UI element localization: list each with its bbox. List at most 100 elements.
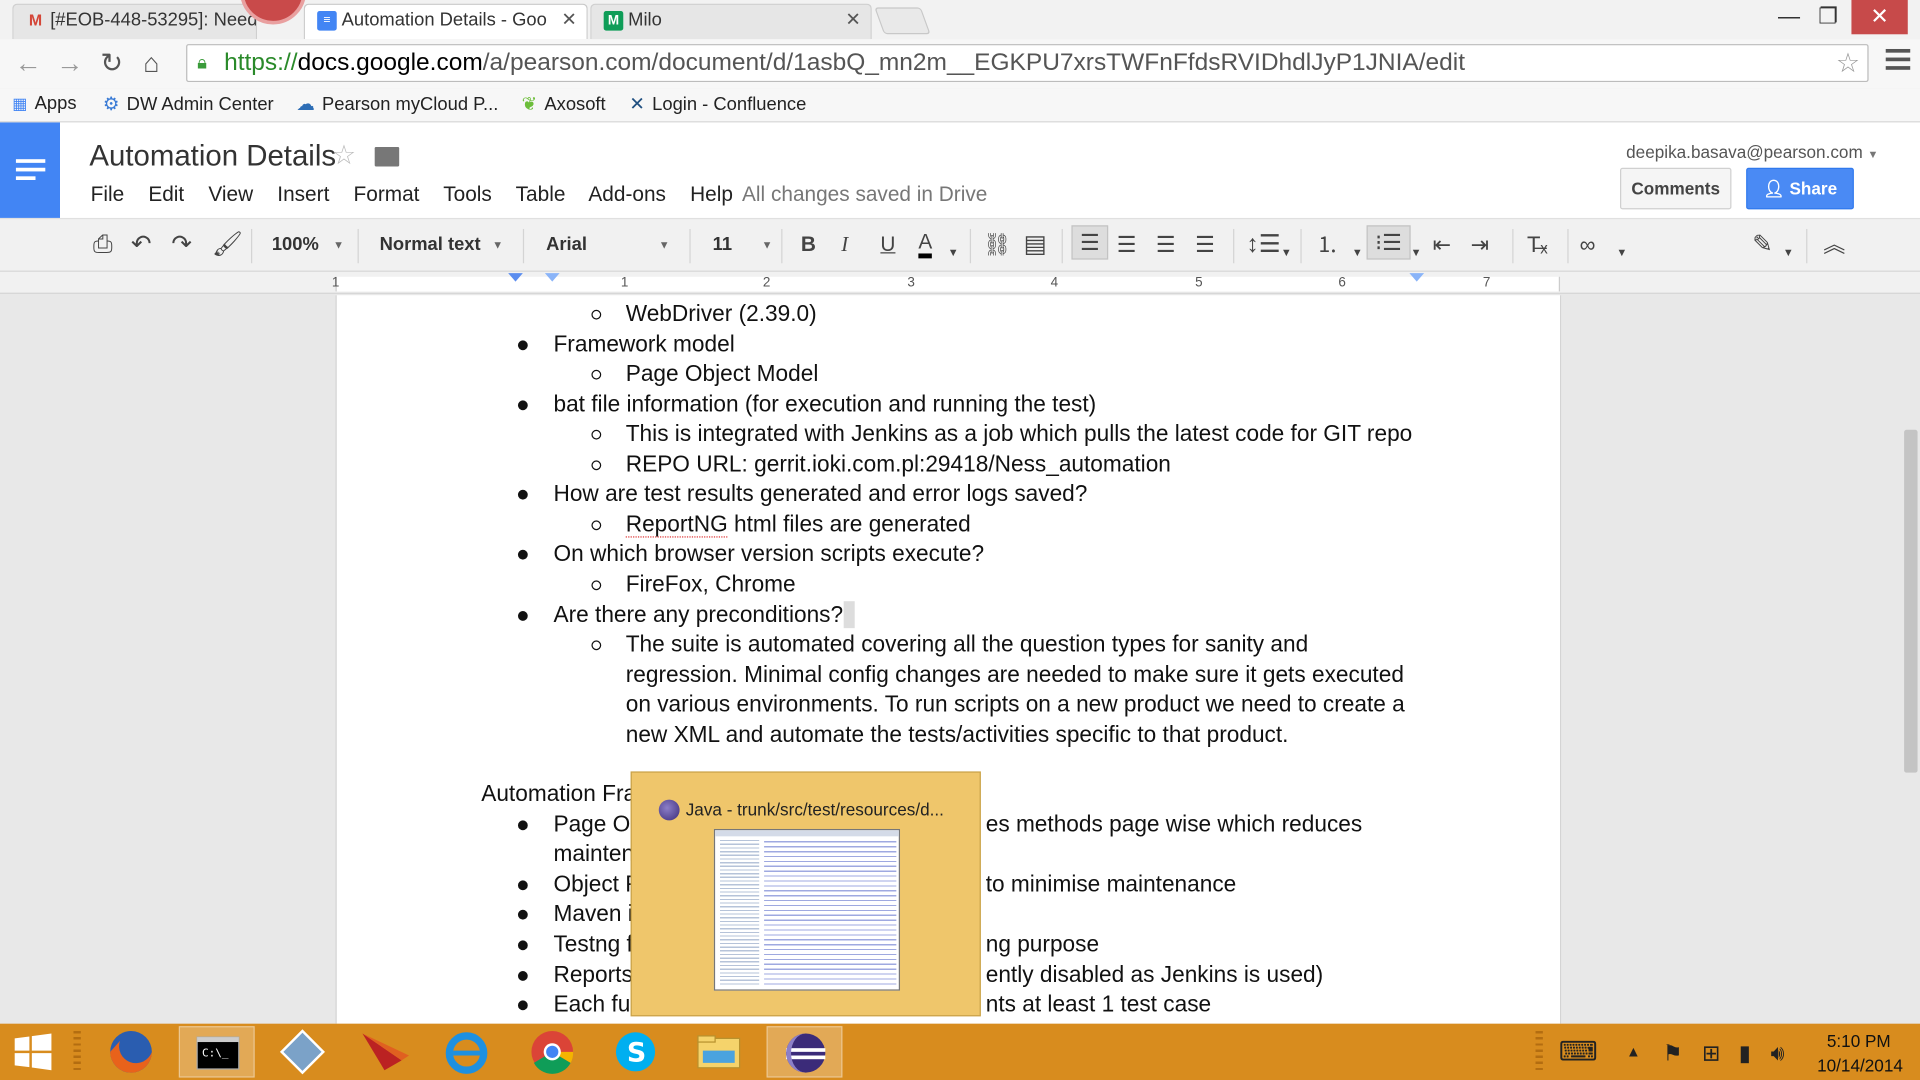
collapse-toolbar-icon[interactable]: ︽: [1823, 231, 1845, 258]
comments-button[interactable]: Comments: [1620, 167, 1732, 210]
chevron-down-icon[interactable]: ▼: [1616, 239, 1627, 266]
volume-icon[interactable]: 🔊︎: [1771, 1041, 1785, 1067]
comment-icon[interactable]: ▤: [1024, 231, 1047, 258]
explorer-icon[interactable]: [681, 1026, 757, 1077]
document-line[interactable]: to minimise maintenance: [986, 870, 1237, 897]
loop-icon[interactable]: ∞: [1580, 231, 1596, 258]
document-line[interactable]: Testng f: [553, 931, 632, 958]
italic-icon[interactable]: I: [841, 231, 848, 258]
restore-button[interactable]: ❐: [1810, 0, 1847, 34]
left-indent-marker[interactable]: [544, 273, 560, 282]
battery-icon[interactable]: ▮: [1739, 1041, 1751, 1067]
document-line[interactable]: How are test results generated and error…: [553, 480, 1087, 507]
docs-home-icon[interactable]: [0, 122, 61, 218]
font-select[interactable]: Arial ▼: [546, 234, 670, 255]
forward-icon[interactable]: →: [56, 48, 83, 80]
bookmark-star-icon[interactable]: ☆: [1836, 45, 1860, 81]
document-line[interactable]: Maven i: [553, 901, 632, 928]
document-line[interactable]: mainten: [553, 840, 634, 867]
chevron-down-icon[interactable]: ▼: [1352, 239, 1363, 266]
bookmark-confluence[interactable]: ✕ Login - Confluence: [629, 93, 806, 115]
align-center-icon[interactable]: ☰: [1117, 231, 1137, 258]
document-line[interactable]: ng purpose: [986, 931, 1099, 958]
font-size-select[interactable]: 11 ▼: [713, 234, 773, 255]
home-icon[interactable]: ⌂: [143, 48, 159, 80]
style-select[interactable]: Normal text ▼: [380, 234, 504, 255]
menu-insert[interactable]: Insert: [277, 182, 329, 205]
share-button[interactable]: 👤︎ Share: [1746, 167, 1854, 210]
chevron-down-icon[interactable]: ▼: [1783, 239, 1794, 266]
keyboard-icon[interactable]: ⌨: [1559, 1036, 1598, 1068]
flag-icon[interactable]: ⚑: [1663, 1041, 1683, 1067]
pencil-icon[interactable]: ✎: [1752, 231, 1773, 258]
redo-icon[interactable]: ↷: [171, 231, 192, 258]
menu-tools[interactable]: Tools: [443, 182, 492, 205]
vmware-icon[interactable]: [264, 1026, 340, 1077]
tab-automation-details[interactable]: ≡ Automation Details - Goo ✕: [303, 3, 588, 40]
clock-time[interactable]: 5:10 PM: [1810, 1031, 1908, 1051]
document-line[interactable]: new XML and automate the tests/activitie…: [626, 721, 1289, 748]
menu-edit[interactable]: Edit: [148, 182, 184, 205]
close-window-button[interactable]: ✕: [1851, 0, 1908, 35]
eclipse-icon[interactable]: [766, 1026, 843, 1078]
bookmark-apps[interactable]: ▦ Apps: [12, 93, 76, 114]
clock-date[interactable]: 10/14/2014: [1805, 1056, 1915, 1076]
align-left-icon[interactable]: ☰: [1071, 225, 1109, 260]
document-line[interactable]: REPO URL: gerrit.ioki.com.pl:29418/Ness_…: [626, 450, 1171, 477]
undo-icon[interactable]: ↶: [131, 231, 152, 258]
menu-help[interactable]: Help: [690, 182, 733, 205]
reload-icon[interactable]: ↻: [100, 48, 123, 80]
chrome-menu-icon[interactable]: [1885, 48, 1911, 75]
link-icon[interactable]: ⛓: [983, 231, 1011, 258]
folder-icon[interactable]: [374, 146, 400, 167]
menu-view[interactable]: View: [208, 182, 253, 205]
bookmark-mycloud[interactable]: ☁ Pearson myCloud P...: [296, 93, 498, 115]
menu-file[interactable]: File: [91, 182, 125, 205]
numbered-list-icon[interactable]: ⒈: [1316, 231, 1338, 258]
document-line[interactable]: bat file information (for execution and …: [553, 390, 1096, 417]
document-title[interactable]: Automation Details: [89, 140, 336, 174]
increase-indent-icon[interactable]: ⇥: [1471, 231, 1489, 258]
document-line[interactable]: Page Object Model: [626, 360, 819, 387]
tab-milo[interactable]: M Milo ✕: [590, 3, 872, 40]
firefox-icon[interactable]: [93, 1026, 169, 1077]
menu-addons[interactable]: Add-ons: [588, 182, 666, 205]
back-icon[interactable]: ←: [15, 48, 42, 80]
document-line[interactable]: nts at least 1 test case: [986, 991, 1211, 1018]
justify-icon[interactable]: ☰: [1195, 231, 1215, 258]
address-bar[interactable]: 🔒︎ https://docs.google.com/a/pearson.com…: [186, 44, 1869, 83]
tab-gmail[interactable]: M [#EOB-448-53295]: Need: [12, 3, 258, 40]
paint-format-icon[interactable]: 🖌︎: [212, 231, 243, 258]
document-line[interactable]: on various environments. To run scripts …: [626, 691, 1405, 718]
document-line[interactable]: Page O: [553, 810, 630, 837]
cmd-icon[interactable]: C:\_: [178, 1026, 255, 1078]
document-line[interactable]: regression. Minimal config changes are n…: [626, 661, 1404, 688]
document-line[interactable]: WebDriver (2.39.0): [626, 300, 817, 327]
clear-formatting-icon[interactable]: T̶ₓ: [1527, 231, 1548, 258]
document-line[interactable]: Each fu: [553, 991, 630, 1018]
preview-thumbnail[interactable]: [713, 828, 901, 991]
decrease-indent-icon[interactable]: ⇤: [1433, 231, 1451, 258]
document-line[interactable]: This is integrated with Jenkins as a job…: [626, 420, 1413, 447]
line-spacing-icon[interactable]: ↕☰: [1247, 231, 1281, 258]
minimize-button[interactable]: —: [1771, 0, 1808, 34]
windows-start-icon[interactable]: [12, 1031, 54, 1073]
close-icon[interactable]: ✕: [845, 5, 860, 37]
document-line[interactable]: es methods page wise which reduces: [986, 810, 1363, 837]
align-right-icon[interactable]: ☰: [1156, 231, 1176, 258]
document-line[interactable]: ently disabled as Jenkins is used): [986, 961, 1323, 988]
bookmark-axosoft[interactable]: ❦ Axosoft: [522, 93, 606, 115]
star-icon[interactable]: ☆: [332, 140, 356, 172]
matlab-icon[interactable]: [348, 1026, 424, 1077]
chevron-down-icon[interactable]: ▼: [1281, 239, 1292, 266]
document-line[interactable]: FireFox, Chrome: [626, 571, 796, 598]
chevron-down-icon[interactable]: ▼: [1411, 239, 1422, 266]
bold-icon[interactable]: B: [801, 231, 816, 258]
user-email[interactable]: deepika.basava@pearson.com ▼: [1626, 142, 1878, 162]
ie-icon[interactable]: [429, 1026, 505, 1077]
bookmark-dw-admin[interactable]: ⚙ DW Admin Center: [103, 93, 274, 115]
document-heading[interactable]: Automation Fra: [481, 780, 636, 807]
chevron-down-icon[interactable]: ▼: [948, 239, 959, 266]
document-line[interactable]: Framework model: [553, 330, 734, 357]
right-indent-marker[interactable]: [1409, 273, 1425, 282]
